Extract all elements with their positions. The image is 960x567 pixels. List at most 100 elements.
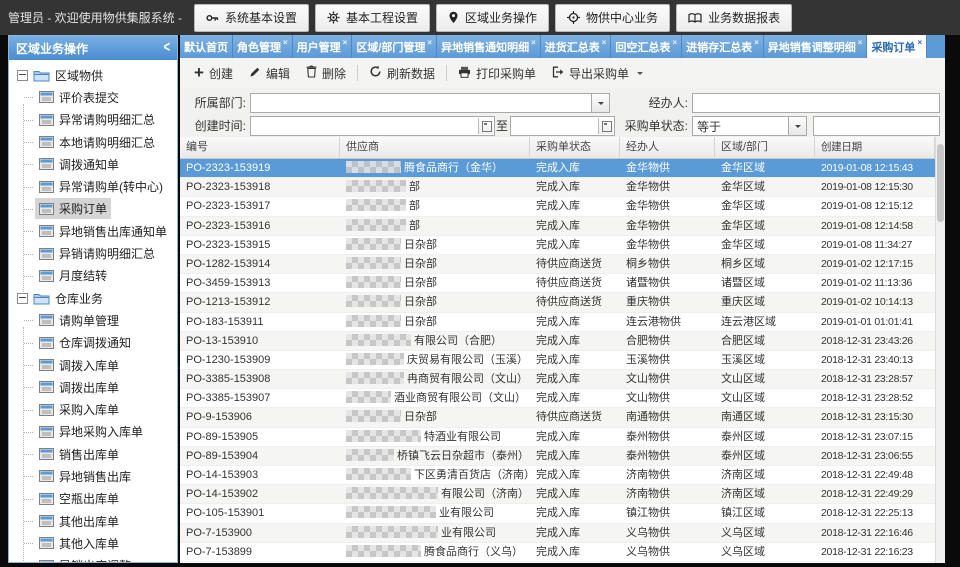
create-button[interactable]: + 创建 (186, 61, 241, 85)
sidebar-tree-item[interactable]: 区域物供 (9, 64, 177, 86)
table-row[interactable]: PO-2323-153919 腾食品商行（金华） 完成入库 金华物供 金华区域 … (180, 159, 935, 178)
table-row[interactable]: PO-89-153905 特酒业有限公司 完成入库 泰州物供 泰州区域 2018… (180, 428, 935, 447)
sidebar-tree-item[interactable]: 异销请购明细汇总 (9, 242, 177, 264)
created-to-input[interactable] (510, 116, 615, 136)
sidebar-tree-item[interactable]: 请购单管理 (9, 309, 177, 331)
tab[interactable]: 区域/部门管理 × (352, 35, 437, 58)
print-button[interactable]: 打印采购单 (450, 61, 544, 85)
sidebar-tree-item[interactable]: 其他入库单 (9, 532, 177, 554)
table-row[interactable]: PO-3385-153908 冉商贸有限公司（文山） 完成入库 文山物供 文山区… (180, 370, 935, 389)
sidebar-tree-item[interactable]: 异常请购单(转中心) (9, 175, 177, 197)
column-header-created[interactable]: 创建日期 (815, 137, 935, 158)
table-row[interactable]: PO-1230-153909 庆贸易有限公司（玉溪） 完成入库 玉溪物供 玉溪区… (180, 351, 935, 370)
scrollbar-thumb[interactable] (937, 144, 944, 222)
menu-business-reports[interactable]: 业务数据报表 (676, 4, 792, 32)
dropdown-arrow-icon[interactable] (788, 117, 806, 135)
sidebar-tree-item[interactable]: 调拨通知单 (9, 153, 177, 175)
sidebar-tree-item[interactable]: 异常请购明细汇总 (9, 109, 177, 131)
status-operator-select[interactable]: 等于 (692, 116, 807, 136)
calendar-icon[interactable] (478, 118, 493, 134)
table-row[interactable]: PO-1213-153912 日杂部 待供应商送货 重庆物供 重庆区域 2019… (180, 293, 935, 312)
table-row[interactable]: PO-3385-153907 酒业商贸有限公司（文山） 完成入库 文山物供 文山… (180, 389, 935, 408)
tab-close-icon[interactable]: × (858, 38, 863, 47)
menu-regional-operations[interactable]: 区域业务操作 (436, 4, 549, 32)
table-row[interactable]: PO-89-153904 桥镇飞云日杂超市（泰州） 完成入库 泰州物供 泰州区域… (180, 447, 935, 466)
table-row[interactable]: PO-2323-153917 部 完成入库 金华物供 金华区域 2019-01-… (180, 197, 935, 216)
table-row[interactable]: PO-2323-153918 部 完成入库 金华物供 金华区域 2019-01-… (180, 178, 935, 197)
column-header-handler[interactable]: 经办人 (620, 137, 715, 158)
delete-button[interactable]: 删除 (298, 61, 354, 85)
sidebar-tree-item[interactable]: 调拨入库单 (9, 354, 177, 376)
tab-close-icon[interactable]: × (343, 38, 348, 47)
tab[interactable]: 回空汇总表 × (611, 35, 682, 58)
tab[interactable]: 默认首页 (180, 35, 233, 58)
supplier-blur (346, 545, 421, 557)
sidebar-tree-item[interactable]: 仓库调拨通知 (9, 332, 177, 354)
sidebar-tree-item[interactable]: 异销出库调整 (9, 555, 177, 563)
sidebar-tree-item[interactable]: 仓库业务 (9, 287, 177, 309)
tab[interactable]: 用户管理 × (293, 35, 353, 58)
column-header-po[interactable]: 编号 (180, 137, 340, 158)
export-button[interactable]: 导出采购单 (544, 61, 651, 85)
sidebar-tree-item[interactable]: 异地销售出库通知单 (9, 220, 177, 242)
table-row[interactable]: PO-14-153902 有限公司（济南） 完成入库 济南物供 济南区域 201… (180, 485, 935, 504)
department-select[interactable] (250, 93, 610, 113)
sidebar-tree-item[interactable]: 异地采购入库单 (9, 421, 177, 443)
supplier-text: 部 (409, 181, 420, 193)
table-row[interactable]: PO-105-153901 业有限公司 完成入库 镇江物供 镇江区域 2018-… (180, 504, 935, 523)
edit-button[interactable]: 编辑 (241, 61, 298, 85)
menu-supply-center[interactable]: 物供中心业务 (555, 4, 670, 32)
cell-created: 2018-12-31 23:43:26 (815, 332, 935, 350)
tab-close-icon[interactable]: × (283, 38, 288, 47)
sidebar-tree-item[interactable]: 其他出库单 (9, 510, 177, 532)
tab[interactable]: 异地销售调整明细 × (764, 35, 868, 58)
column-header-supplier[interactable]: 供应商 (340, 137, 530, 158)
tab[interactable]: 角色管理 × (233, 35, 293, 58)
column-header-status[interactable]: 采购单状态 (530, 137, 620, 158)
table-row[interactable]: PO-1282-153914 日杂部 待供应商送货 桐乡物供 桐乡区域 2019… (180, 255, 935, 274)
chevron-left-icon[interactable]: < (164, 40, 170, 57)
cell-status: 完成入库 (530, 313, 620, 331)
tab[interactable]: 异地销售通知明细 × (437, 35, 541, 58)
table-row[interactable]: PO-183-153911 日杂部 完成入库 连云港物供 连云港区域 2019-… (180, 313, 935, 332)
tab-close-icon[interactable]: × (672, 38, 677, 47)
status-value-input[interactable] (813, 116, 940, 136)
sidebar-tree-item[interactable]: 销售出库单 (9, 443, 177, 465)
collapse-expander-icon[interactable] (17, 293, 28, 304)
created-from-input[interactable] (250, 116, 495, 136)
tab-close-icon[interactable]: × (531, 38, 536, 47)
supplier-text: 日杂部 (404, 239, 437, 251)
sidebar-tree-item[interactable]: 调拨出库单 (9, 376, 177, 398)
menu-project-settings[interactable]: 基本工程设置 (315, 4, 430, 32)
column-header-region[interactable]: 区域/部门 (715, 137, 815, 158)
dropdown-arrow-icon[interactable] (591, 94, 609, 112)
table-row[interactable]: PO-7-153900 业有限公司 完成入库 义乌物供 义乌区域 2018-12… (180, 524, 935, 543)
tab-close-icon[interactable]: × (602, 38, 607, 47)
sidebar-tree-item[interactable]: 采购入库单 (9, 398, 177, 420)
table-row[interactable]: PO-14-153903 下区勇清百货店（济南） 完成入库 济南物供 济南区域 … (180, 466, 935, 485)
table-row[interactable]: PO-13-153910 有限公司（合肥） 完成入库 合肥物供 合肥区域 201… (180, 332, 935, 351)
tab-close-icon[interactable]: × (754, 38, 759, 47)
tab-close-icon[interactable]: × (427, 38, 432, 47)
menu-system-settings[interactable]: 系统基本设置 (194, 4, 309, 32)
collapse-expander-icon[interactable] (17, 70, 28, 81)
sidebar-tree-item[interactable]: 异地销售出库 (9, 465, 177, 487)
vertical-scrollbar[interactable] (935, 137, 945, 563)
sidebar-tree-item[interactable]: 评价表提交 (9, 86, 177, 108)
sidebar-tree-item[interactable]: 空瓶出库单 (9, 488, 177, 510)
table-row[interactable]: PO-9-153906 日杂部 待供应商送货 南通物供 南通区域 2018-12… (180, 408, 935, 427)
sidebar-tree-item[interactable]: 月度结转 (9, 265, 177, 287)
sidebar-tree-item[interactable]: 本地请购明细汇总 (9, 131, 177, 153)
tab[interactable]: 进货汇总表 × (541, 35, 612, 58)
handler-input[interactable] (692, 93, 940, 113)
table-row[interactable]: PO-7-153899 腾食品商行（义乌） 完成入库 义乌物供 义乌区域 201… (180, 543, 935, 562)
calendar-icon[interactable] (598, 118, 613, 134)
tab[interactable]: 进销存汇总表 × (682, 35, 764, 58)
table-row[interactable]: PO-2323-153915 日杂部 完成入库 金华物供 金华区域 2019-0… (180, 236, 935, 255)
sidebar-tree-item[interactable]: 采购订单 (9, 198, 177, 220)
table-row[interactable]: PO-2323-153916 部 完成入库 金华物供 金华区域 2019-01-… (180, 217, 935, 236)
tab-close-icon[interactable]: × (917, 38, 922, 47)
table-row[interactable]: PO-3459-153913 日杂部 待供应商送货 诸暨物供 诸暨区域 2019… (180, 274, 935, 293)
refresh-button[interactable]: 刷新数据 (361, 61, 443, 85)
tab[interactable]: 采购订单 × (867, 35, 927, 58)
